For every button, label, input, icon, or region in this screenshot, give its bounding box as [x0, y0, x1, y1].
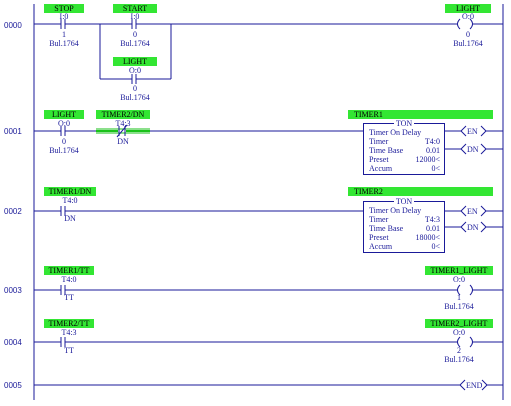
rung-number: 0002: [4, 207, 22, 216]
module: Bul.1764: [120, 39, 150, 48]
rung-number: 0003: [4, 286, 22, 295]
accum: 0<: [431, 242, 440, 251]
bit: 2: [457, 346, 461, 355]
field-label: Timer: [369, 137, 389, 146]
rung-number: 0001: [4, 127, 22, 136]
field-label: Timer: [369, 215, 389, 224]
module: Bul.1764: [49, 146, 79, 155]
field-label: Time Base: [369, 224, 404, 233]
tag-label: LIGHT: [113, 57, 157, 66]
block-type: TON: [393, 197, 415, 206]
tag-label: TIMER1_LIGHT: [425, 266, 493, 275]
time-base: 0.01: [426, 146, 440, 155]
module: Bul.1764: [49, 39, 79, 48]
block-desc: Timer On Delay: [369, 128, 422, 137]
module: Bul.1764: [444, 302, 474, 311]
address: T4:0: [62, 196, 78, 205]
preset[interactable]: 18000<: [415, 233, 440, 242]
address: T4:3: [61, 328, 77, 337]
ton-block: TON Timer On Delay Timer T4:3 Time Base 0.…: [363, 197, 445, 253]
en-pin: EN: [467, 207, 478, 216]
address: O:0: [129, 66, 141, 75]
tag-label: TIMER1: [348, 110, 493, 119]
timer-address: T4:3: [424, 215, 440, 224]
field-label: Time Base: [369, 146, 404, 155]
bit: 0: [133, 84, 137, 93]
rung-0000-wires: [34, 18, 503, 84]
bit: 0: [62, 137, 66, 146]
bit: DN: [117, 137, 129, 146]
bit: 0: [466, 30, 470, 39]
module: Bul.1764: [120, 93, 150, 102]
rung-number: 0005: [4, 381, 22, 390]
tag-label: TIMER2: [348, 187, 493, 196]
bit: 1: [457, 293, 461, 302]
address: I:0: [59, 12, 69, 21]
rung-number: 0000: [4, 21, 22, 30]
address: O:0: [462, 12, 474, 21]
dn-pin: DN: [467, 145, 479, 154]
block-desc: Timer On Delay: [369, 206, 422, 215]
timer-address: T4:0: [424, 137, 440, 146]
accum: 0<: [431, 164, 440, 173]
bit: 1: [62, 30, 66, 39]
field-label: Accum: [369, 242, 393, 251]
ladder-diagram: 0000 0001 0002 0003 0004 0005 STOP I:0 1…: [0, 0, 511, 406]
tag-label: TIMER1/TT: [44, 266, 94, 275]
field-label: Preset: [369, 233, 389, 242]
bit: TT: [64, 346, 74, 355]
rung-number: 0004: [4, 338, 22, 347]
dn-pin: DN: [467, 223, 479, 232]
module: Bul.1764: [453, 39, 483, 48]
field-label: Accum: [369, 164, 393, 173]
tag-label: TIMER2/TT: [44, 319, 94, 328]
tag-label: TIMER1/DN: [44, 187, 96, 196]
address: O:0: [58, 119, 70, 128]
en-pin: EN: [467, 127, 478, 136]
bit: TT: [64, 293, 74, 302]
field-label: Preset: [369, 155, 389, 164]
address: I:0: [130, 12, 140, 21]
address: O:0: [453, 328, 465, 337]
tag-label: LIGHT: [44, 110, 84, 119]
end-instruction: END: [466, 381, 483, 390]
address: T4:0: [61, 275, 77, 284]
preset[interactable]: 12000<: [415, 155, 440, 164]
module: Bul.1764: [444, 355, 474, 364]
address: T4:3: [115, 119, 131, 128]
block-type: TON: [393, 119, 415, 128]
ton-block: TON Timer On Delay Timer T4:0 Time Base 0.…: [363, 119, 445, 175]
address: O:0: [453, 275, 465, 284]
tag-label: TIMER2/DN: [96, 110, 150, 119]
tag-label: TIMER2_LIGHT: [425, 319, 493, 328]
bit: 0: [133, 30, 137, 39]
bit: DN: [64, 214, 76, 223]
time-base: 0.01: [426, 224, 440, 233]
